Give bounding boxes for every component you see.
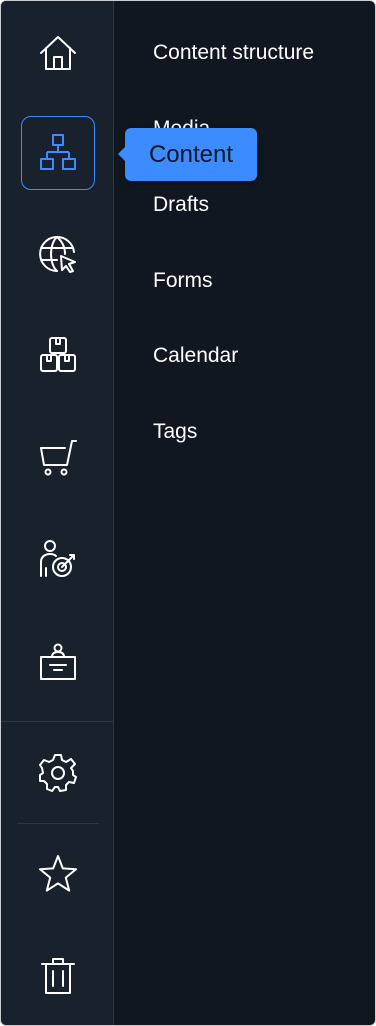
rail-marketing-button[interactable] — [21, 521, 95, 595]
rail-settings-button[interactable] — [21, 736, 95, 810]
rail-content-button[interactable] — [21, 116, 95, 190]
sitemap-icon — [40, 134, 76, 170]
rail-sites-button[interactable] — [21, 218, 95, 292]
globe-cursor-icon — [39, 236, 76, 273]
rail-commerce-button[interactable] — [21, 421, 95, 495]
content-tooltip: Content — [118, 128, 257, 181]
menu-item-tags[interactable]: Tags — [153, 419, 197, 445]
menu-item-drafts[interactable]: Drafts — [153, 192, 209, 218]
person-target-icon — [40, 540, 75, 577]
menu-item-calendar[interactable]: Calendar — [153, 343, 238, 369]
star-icon — [39, 855, 77, 892]
rail-assets-button[interactable] — [21, 318, 95, 392]
navigation-frame: Content structure Media Drafts Forms Cal… — [0, 0, 376, 1026]
menu-item-forms[interactable]: Forms — [153, 268, 213, 294]
gear-icon — [39, 754, 77, 792]
rail-trash-button[interactable] — [21, 939, 95, 1013]
rail-home-button[interactable] — [21, 16, 95, 90]
shopping-cart-icon — [40, 440, 77, 476]
rail-divider — [1, 721, 113, 722]
trash-icon — [41, 958, 75, 994]
boxes-icon — [40, 337, 76, 372]
home-icon — [40, 36, 76, 70]
menu-item-content-structure[interactable]: Content structure — [153, 40, 314, 66]
reception-desk-icon — [40, 643, 76, 680]
rail-favorites-button[interactable] — [21, 837, 95, 911]
icon-rail — [1, 1, 114, 1025]
rail-service-button[interactable] — [21, 626, 95, 700]
rail-divider-short — [17, 823, 99, 824]
